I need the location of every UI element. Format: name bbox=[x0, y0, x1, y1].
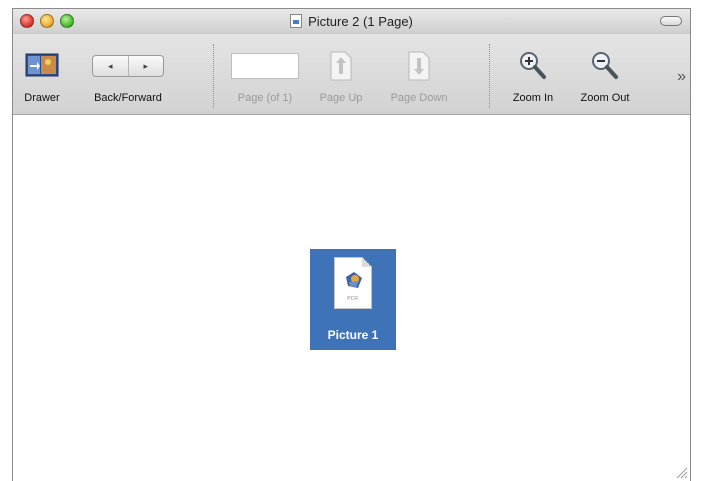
drawer-label: Drawer bbox=[24, 92, 60, 104]
forward-button[interactable]: ▸ bbox=[127, 56, 164, 76]
page-number-field[interactable] bbox=[231, 53, 299, 79]
page-down-label: Page Down bbox=[390, 92, 448, 104]
pdf-file-icon: PDF bbox=[334, 257, 372, 309]
toolbar: Drawer ◂ ▸ Back/Forward Page (of 1) Page… bbox=[13, 34, 690, 115]
toolbar-overflow-icon[interactable]: » bbox=[677, 68, 686, 86]
drawer-icon bbox=[25, 46, 59, 86]
page-number-item: Page (of 1) bbox=[225, 34, 305, 114]
back-forward-icon: ◂ ▸ bbox=[92, 46, 164, 86]
zoom-out-button[interactable]: Zoom Out bbox=[571, 34, 639, 114]
document-proxy-icon[interactable] bbox=[290, 14, 303, 28]
file-item[interactable]: PDF Picture 1 bbox=[310, 249, 396, 350]
zoom-in-label: Zoom In bbox=[512, 92, 554, 104]
preview-window: Picture 2 (1 Page) Drawer ◂ ▸ Back/Forwa… bbox=[12, 8, 691, 481]
document-area[interactable]: PDF Picture 1 bbox=[13, 115, 690, 481]
page-up-label: Page Up bbox=[319, 92, 363, 104]
back-forward-control[interactable]: ◂ ▸ Back/Forward bbox=[83, 34, 173, 114]
file-name: Picture 1 bbox=[327, 328, 379, 342]
zoom-out-label: Zoom Out bbox=[580, 92, 630, 104]
back-button[interactable]: ◂ bbox=[93, 56, 128, 76]
page-up-button[interactable]: Page Up bbox=[311, 34, 371, 114]
zoom-in-icon bbox=[518, 46, 548, 86]
page-label: Page (of 1) bbox=[237, 92, 293, 104]
toolbar-separator bbox=[213, 44, 214, 108]
window-title-group: Picture 2 (1 Page) bbox=[13, 9, 690, 33]
page-down-icon bbox=[407, 46, 431, 86]
zoom-in-button[interactable]: Zoom In bbox=[501, 34, 565, 114]
drawer-button[interactable]: Drawer bbox=[17, 34, 67, 114]
toolbar-separator bbox=[489, 44, 490, 108]
page-down-button[interactable]: Page Down bbox=[383, 34, 455, 114]
zoom-out-icon bbox=[590, 46, 620, 86]
resize-grip-icon[interactable] bbox=[676, 467, 688, 479]
file-extension: PDF bbox=[347, 296, 359, 302]
window-title: Picture 2 (1 Page) bbox=[308, 13, 413, 29]
toolbar-toggle-button[interactable] bbox=[660, 16, 682, 26]
title-bar[interactable]: Picture 2 (1 Page) bbox=[13, 9, 690, 34]
back-forward-label: Back/Forward bbox=[94, 92, 162, 104]
page-up-icon bbox=[329, 46, 353, 86]
